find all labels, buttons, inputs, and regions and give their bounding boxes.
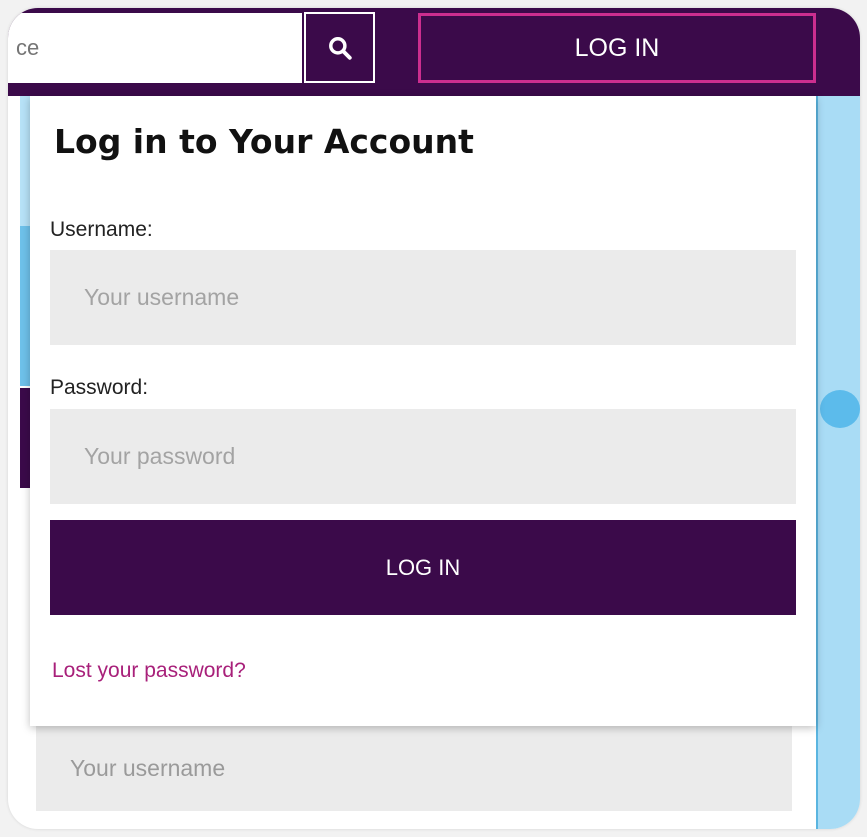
search-input[interactable]: [8, 13, 302, 83]
search-icon: [328, 36, 352, 60]
password-label: Password:: [50, 376, 149, 399]
top-navigation-bar: LOG IN: [8, 8, 860, 96]
username-label: Username:: [50, 218, 153, 241]
background-username-field[interactable]: Your username: [36, 726, 792, 811]
slider-dot[interactable]: [820, 390, 860, 428]
lost-password-link[interactable]: Lost your password?: [52, 659, 246, 683]
login-submit-button[interactable]: LOG IN: [50, 520, 796, 615]
header-login-button[interactable]: LOG IN: [418, 13, 816, 83]
app-frame: LOG IN Your username Log in to Your Acco…: [8, 8, 860, 829]
login-title: Log in to Your Account: [54, 122, 474, 161]
password-field[interactable]: [50, 409, 796, 504]
login-dropdown: Log in to Your Account Username: Passwor…: [30, 96, 816, 726]
header-login-label: LOG IN: [574, 33, 660, 62]
search-button[interactable]: [304, 12, 375, 83]
background-side-panel: [818, 96, 860, 829]
login-submit-label: LOG IN: [385, 554, 461, 580]
background-username-placeholder: Your username: [70, 755, 226, 781]
username-field[interactable]: [50, 250, 796, 345]
